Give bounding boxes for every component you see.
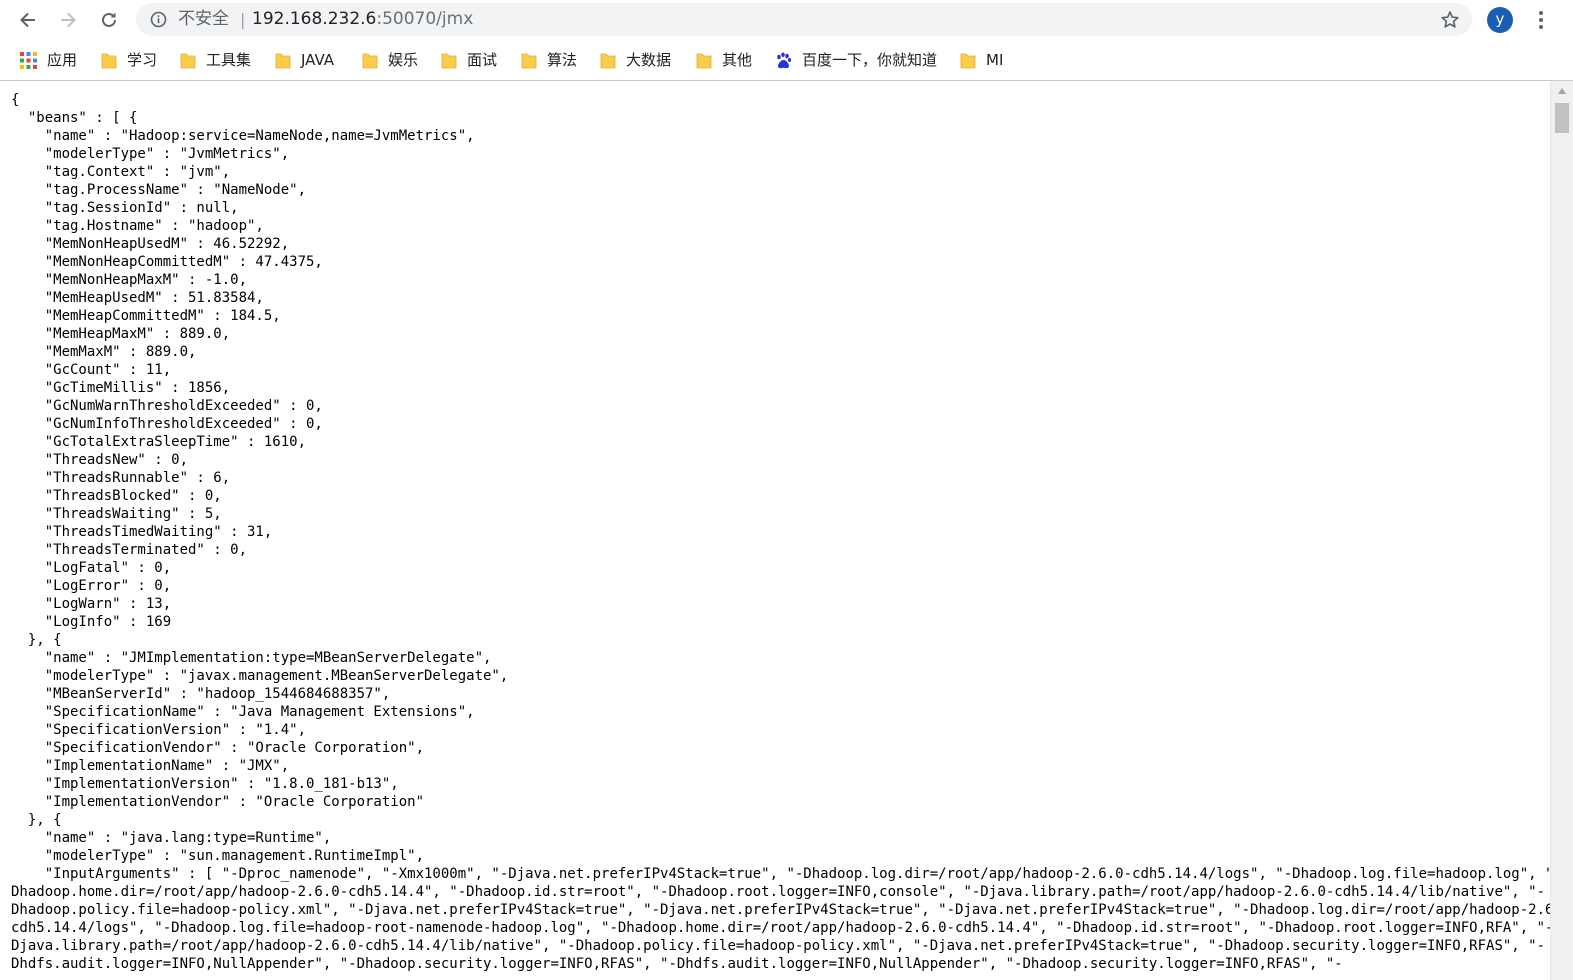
bookmark-label: 娱乐 [388,51,419,69]
back-button[interactable] [14,6,42,34]
folder-icon [521,53,537,68]
page-content: { "beans" : [ { "name" : "Hadoop:service… [0,81,1550,980]
jmx-json-text: { "beans" : [ { "name" : "Hadoop:service… [11,92,1550,972]
bookmark-folder-bigdata[interactable]: 大数据 [600,50,671,70]
url-path: :50070/jmx [376,9,474,29]
bookmark-label: JAVA [301,51,335,69]
browser-toolbar: 不安全 | 192.168.232.6:50070/jmx y [0,0,1573,40]
bookmark-folder-mi[interactable]: MI [960,50,1003,70]
address-bar[interactable]: 不安全 | 192.168.232.6:50070/jmx [136,3,1472,36]
folder-icon [180,53,196,68]
apps-grid-icon [20,51,37,69]
folder-icon [441,53,457,68]
bookmark-label: 其他 [722,51,753,69]
forward-arrow-icon [61,12,76,28]
profile-avatar[interactable]: y [1487,7,1513,33]
bookmark-label: 算法 [547,51,578,69]
more-menu-icon[interactable] [1531,8,1551,32]
bookmark-folder-entertainment[interactable]: 娱乐 [362,50,418,70]
bookmark-label: MI [986,51,1004,69]
folder-icon [600,53,616,68]
folder-icon [101,53,117,68]
baidu-paw-icon [777,52,792,68]
url-separator: | [240,10,246,29]
bookmark-label: 大数据 [626,51,672,69]
url-host: 192.168.232.6 [252,9,377,29]
scroll-up-arrow-icon[interactable] [1557,87,1567,95]
back-arrow-icon [20,12,35,28]
bookmark-apps[interactable]: 应用 [20,50,77,70]
bookmark-folder-study[interactable]: 学习 [101,50,157,70]
folder-icon [275,53,291,68]
security-label: 不安全 [178,9,229,29]
bookmark-label: 面试 [467,51,498,69]
folder-icon [696,53,712,68]
bookmark-label: 学习 [127,51,158,69]
bookmark-baidu[interactable]: 百度一下，你就知道 [775,50,937,70]
bookmarks-bar: 应用 学习 工具集 JAVA 娱乐 面试 算法 大数据 其他 百度一下，你就知道… [0,40,1573,81]
bookmark-folder-tools[interactable]: 工具集 [180,50,251,70]
bookmark-folder-algorithm[interactable]: 算法 [521,50,577,70]
reload-icon [102,12,116,27]
scrollbar-thumb[interactable] [1555,103,1569,133]
bookmark-folder-other[interactable]: 其他 [696,50,752,70]
info-icon[interactable] [150,11,167,28]
bookmark-star-icon[interactable] [1440,10,1460,30]
reload-button[interactable] [95,6,123,34]
bookmark-label: 工具集 [206,51,252,69]
folder-icon [362,53,378,68]
url-text[interactable]: 192.168.232.6:50070/jmx [252,9,473,30]
vertical-scrollbar[interactable] [1550,81,1573,980]
bookmark-label: 应用 [47,51,78,69]
forward-button[interactable] [54,6,82,34]
folder-icon [960,53,976,68]
bookmark-folder-java[interactable]: JAVA [275,50,334,70]
bookmark-label: 百度一下，你就知道 [802,51,938,69]
bookmark-folder-interview[interactable]: 面试 [441,50,497,70]
